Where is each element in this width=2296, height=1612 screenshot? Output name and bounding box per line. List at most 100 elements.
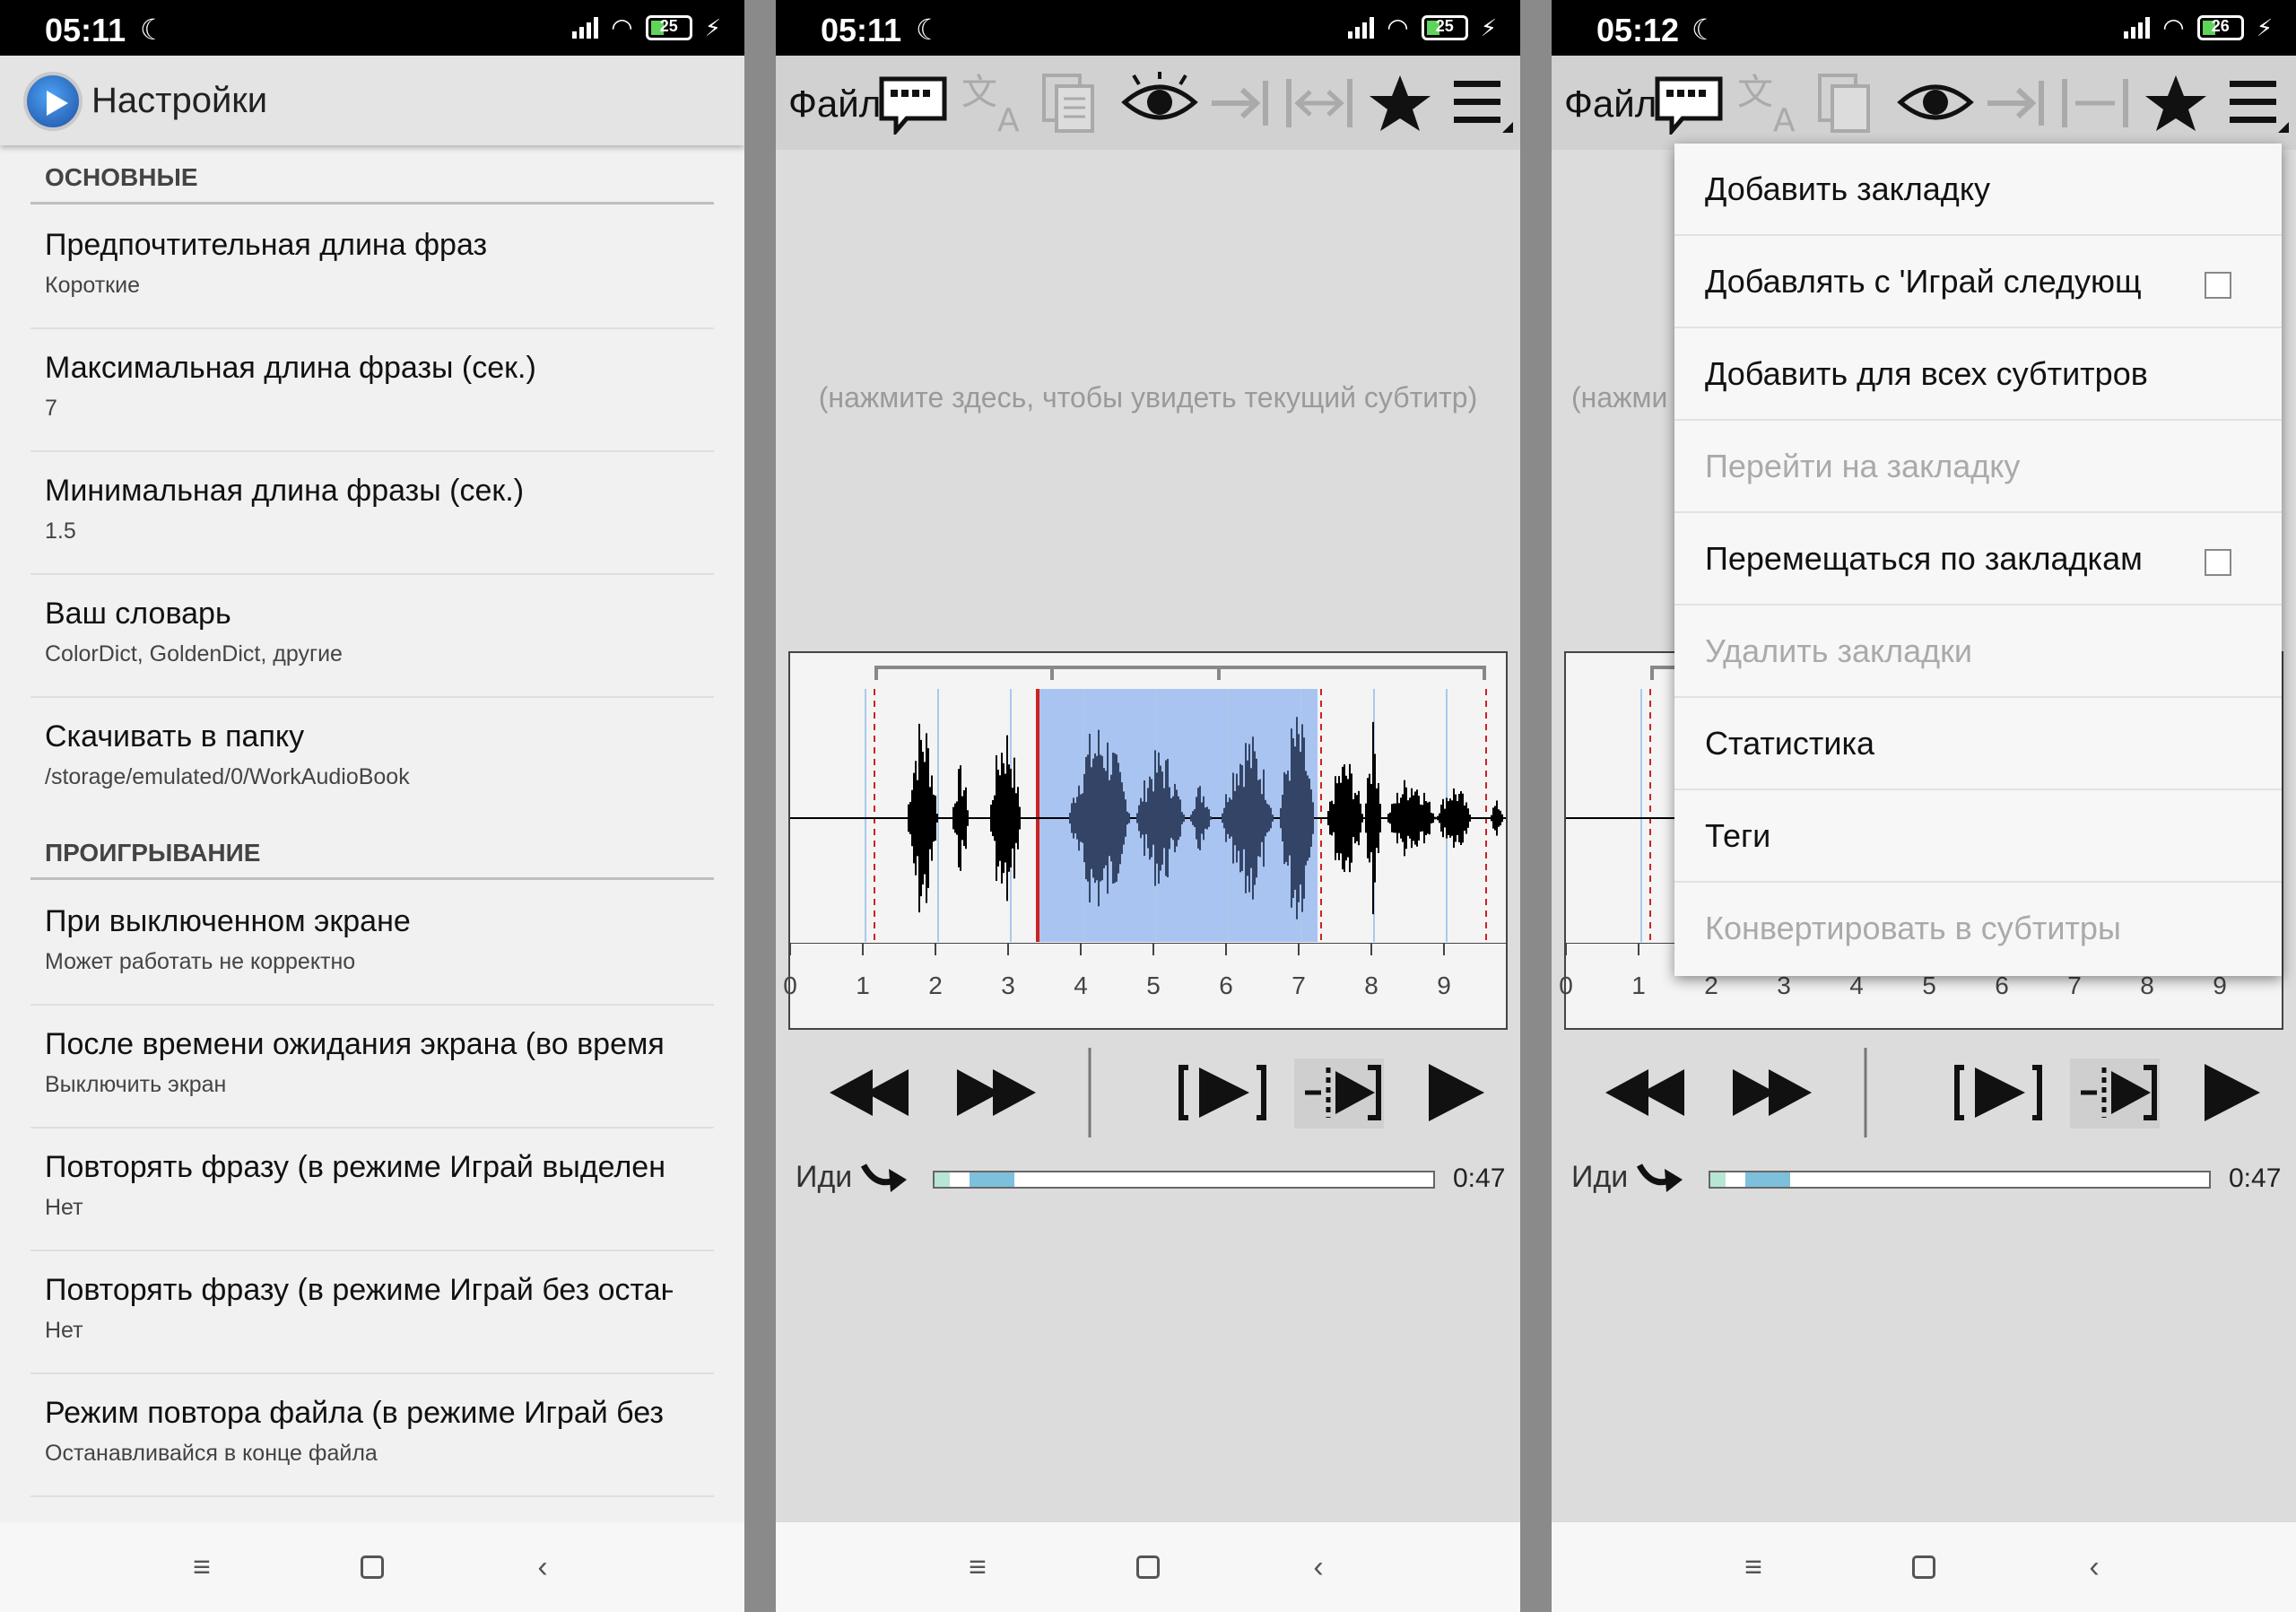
section-divider bbox=[30, 877, 714, 880]
rewind-icon[interactable] bbox=[830, 1069, 909, 1116]
svg-text:A: A bbox=[997, 102, 1020, 135]
menu-icon[interactable] bbox=[1450, 72, 1513, 135]
menu-item-statistics[interactable]: Статистика bbox=[1674, 698, 2282, 790]
seek-selection bbox=[969, 1172, 1014, 1187]
file-menu-button[interactable]: Файл bbox=[1564, 83, 1657, 126]
menu-icon[interactable] bbox=[2226, 72, 2289, 135]
translate-icon[interactable]: 文A bbox=[1735, 72, 1804, 135]
waveform-graphic[interactable] bbox=[790, 653, 1506, 942]
pref-min-phrase-length[interactable]: Минимальная длина фразы (сек.) 1.5 bbox=[0, 452, 744, 575]
checkbox[interactable] bbox=[2205, 272, 2231, 299]
playback-controls bbox=[776, 1041, 1520, 1148]
charging-icon: ⚡ bbox=[2256, 13, 2273, 41]
menu-item-label: Перемещаться по закладкам bbox=[1705, 540, 2143, 577]
seek-row: Иди 0:47 bbox=[1552, 1153, 2296, 1207]
go-button[interactable]: Иди bbox=[796, 1160, 852, 1195]
app-bar: Настройки bbox=[0, 56, 744, 145]
pref-phrase-length[interactable]: Предпочтительная длина фраз Короткие bbox=[0, 206, 744, 329]
seek-row: Иди 0:47 bbox=[776, 1153, 1520, 1207]
pref-screen-off[interactable]: При выключенном экране Может работать не … bbox=[0, 883, 744, 1006]
pref-summary: Нет bbox=[45, 1195, 83, 1220]
rewind-icon[interactable] bbox=[1605, 1069, 1684, 1116]
fast-forward-icon[interactable] bbox=[957, 1069, 1036, 1116]
seek-bar[interactable] bbox=[1709, 1171, 2211, 1189]
status-bar: 05:11 ☾ ◠ 25 ⚡ bbox=[776, 0, 1520, 56]
pref-title: Режим повтора файла (в режиме Играй без bbox=[45, 1396, 665, 1430]
copy-icon[interactable] bbox=[1040, 72, 1098, 135]
subtitle-hint[interactable]: (нажмите здесь, чтобы увидеть текущий су… bbox=[776, 381, 1520, 414]
recents-icon[interactable]: ≡ bbox=[179, 1550, 224, 1585]
dnd-moon-icon: ☾ bbox=[916, 13, 942, 46]
go-arrow-icon[interactable] bbox=[857, 1153, 910, 1207]
expand-icon[interactable] bbox=[2061, 72, 2129, 135]
go-arrow-icon[interactable] bbox=[1632, 1153, 1686, 1207]
pref-title: Ваш словарь bbox=[45, 597, 231, 631]
pref-file-repeat-mode[interactable]: Режим повтора файла (в режиме Играй без О… bbox=[0, 1374, 744, 1497]
menu-item-label: Добавить закладку bbox=[1705, 170, 1990, 207]
battery-level: 25 bbox=[659, 17, 678, 35]
pref-summary: Выключить экран bbox=[45, 1072, 227, 1097]
arrow-right-bar-icon[interactable] bbox=[1208, 72, 1271, 135]
svg-text:文: 文 bbox=[1737, 72, 1773, 113]
play-icon[interactable] bbox=[2205, 1064, 2260, 1121]
file-menu-button[interactable]: Файл bbox=[788, 83, 881, 126]
play-phrase-icon[interactable] bbox=[1178, 1065, 1266, 1120]
player-toolbar: Файл 文A bbox=[1552, 56, 2296, 150]
phrase-bracket bbox=[874, 666, 1486, 680]
pref-dictionary[interactable]: Ваш словарь ColorDict, GoldenDict, другие bbox=[0, 575, 744, 698]
subtitles-icon[interactable] bbox=[1652, 72, 1726, 135]
menu-item-tags[interactable]: Теги bbox=[1674, 790, 2282, 883]
pref-max-phrase-length[interactable]: Максимальная длина фразы (сек.) 7 bbox=[0, 329, 744, 452]
tick-label: 4 bbox=[1074, 972, 1088, 999]
eye-icon[interactable] bbox=[1121, 72, 1198, 135]
player-screen: 05:11 ☾ ◠ 25 ⚡ Файл 文A (нажмите здесь, ч… bbox=[776, 0, 1520, 1612]
pref-summary: /storage/emulated/0/WorkAudioBook bbox=[45, 764, 410, 789]
translate-icon[interactable]: 文A bbox=[960, 72, 1028, 135]
pref-repeat-nonstop[interactable]: Повторять фразу (в режиме Играй без оста… bbox=[0, 1251, 744, 1374]
play-icon[interactable] bbox=[1429, 1064, 1484, 1121]
menu-item-navigate-bookmarks[interactable]: Перемещаться по закладкам bbox=[1674, 513, 2282, 606]
status-time: 05:11 bbox=[45, 12, 126, 48]
pref-summary: 1.5 bbox=[45, 518, 76, 544]
eye-icon[interactable] bbox=[1897, 72, 1974, 135]
menu-item-delete-bookmarks[interactable]: Удалить закладки bbox=[1674, 606, 2282, 698]
back-icon[interactable]: ‹ bbox=[520, 1550, 565, 1585]
menu-item-go-to-bookmark[interactable]: Перейти на закладку bbox=[1674, 421, 2282, 513]
waveform-view[interactable]: 0 1 2 3 4 5 6 7 8 9 bbox=[783, 651, 1508, 1030]
menu-item-add-bookmark[interactable]: Добавить закладку bbox=[1674, 144, 2282, 236]
play-phrase-icon[interactable] bbox=[1954, 1065, 2042, 1120]
star-icon[interactable] bbox=[1366, 72, 1434, 135]
pref-summary: 7 bbox=[45, 396, 57, 421]
go-button[interactable]: Иди bbox=[1571, 1160, 1628, 1195]
pref-repeat-selected[interactable]: Повторять фразу (в режиме Играй выделен Н… bbox=[0, 1128, 744, 1251]
copy-icon[interactable] bbox=[1816, 72, 1874, 135]
app-logo-icon bbox=[23, 72, 83, 131]
arrow-right-bar-icon[interactable] bbox=[1984, 72, 2047, 135]
battery-level: 25 bbox=[1435, 17, 1454, 35]
menu-item-label: Удалить закладки bbox=[1705, 632, 1973, 669]
menu-item-convert-to-subtitles[interactable]: Конвертировать в субтитры bbox=[1674, 883, 2282, 975]
back-icon[interactable]: ‹ bbox=[2072, 1550, 2117, 1585]
tick-label: 7 bbox=[1292, 972, 1306, 999]
menu-item-add-for-all-subtitles[interactable]: Добавить для всех субтитров bbox=[1674, 328, 2282, 421]
fast-forward-icon[interactable] bbox=[1733, 1069, 1812, 1116]
expand-icon[interactable] bbox=[1285, 72, 1353, 135]
subtitles-icon[interactable] bbox=[876, 72, 950, 135]
recents-icon[interactable]: ≡ bbox=[955, 1550, 1000, 1585]
star-icon[interactable] bbox=[2142, 72, 2210, 135]
dnd-moon-icon: ☾ bbox=[140, 13, 166, 46]
pref-download-folder[interactable]: Скачивать в папку/storage/emulated/0/Wor… bbox=[0, 698, 744, 821]
home-icon[interactable] bbox=[1901, 1555, 1946, 1579]
tick-label: 1 bbox=[856, 972, 870, 999]
home-icon[interactable] bbox=[350, 1555, 395, 1579]
status-time: 05:12 bbox=[1596, 12, 1680, 48]
menu-item-add-on-play-next[interactable]: Добавлять с 'Играй следующ bbox=[1674, 236, 2282, 328]
menu-item-label: Добавить для всех субтитров bbox=[1705, 355, 2148, 392]
checkbox[interactable] bbox=[2205, 549, 2231, 576]
seek-bar[interactable] bbox=[933, 1171, 1435, 1189]
pref-summary: Короткие bbox=[45, 273, 140, 298]
recents-icon[interactable]: ≡ bbox=[1731, 1550, 1776, 1585]
pref-screen-timeout[interactable]: После времени ожидания экрана (во время В… bbox=[0, 1006, 744, 1128]
back-icon[interactable]: ‹ bbox=[1296, 1550, 1341, 1585]
home-icon[interactable] bbox=[1126, 1555, 1170, 1579]
